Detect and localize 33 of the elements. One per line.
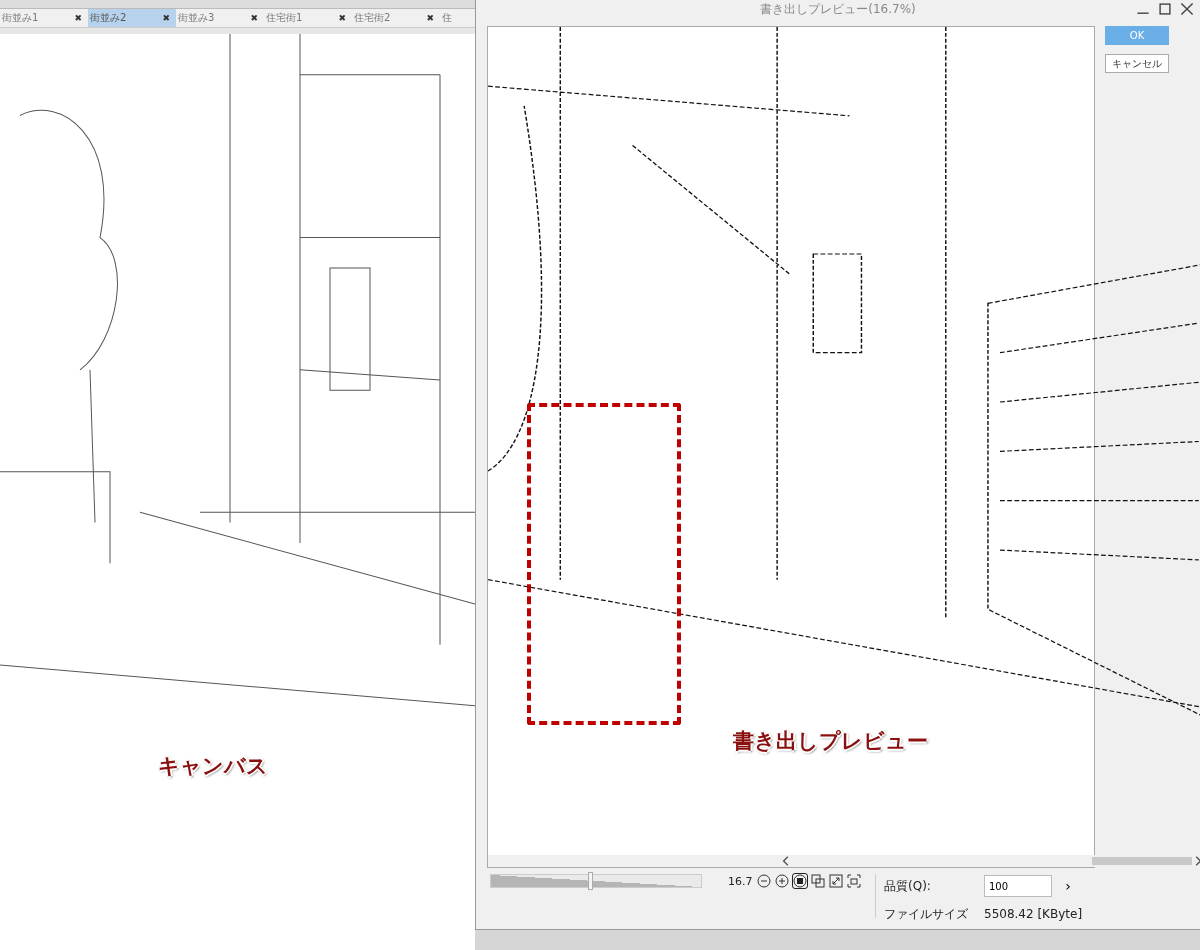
tab-label: 街並み2 (90, 11, 127, 25)
tab-label: 住 (442, 11, 452, 25)
cancel-button[interactable]: キャンセル (1105, 54, 1169, 73)
file-size-value: 5508.42 [KByte] (984, 907, 1083, 922)
zoom-in-icon[interactable] (774, 874, 789, 888)
print-size-icon[interactable] (846, 874, 861, 888)
slider-thumb[interactable] (587, 872, 593, 890)
close-icon[interactable]: ✖ (162, 13, 170, 23)
fit-view-icon[interactable] (792, 874, 807, 888)
zoom-value: 16.7 (728, 874, 753, 890)
zoom-out-icon[interactable] (756, 874, 771, 888)
zoom-slider[interactable] (490, 874, 702, 888)
close-icon[interactable]: ✖ (338, 13, 346, 23)
window-title: 書き出しプレビュー(16.7%) (760, 0, 916, 18)
document-tab[interactable]: 街並み2 ✖ (88, 9, 176, 27)
tab-label: 住宅街1 (266, 11, 303, 25)
close-icon[interactable]: ✖ (250, 13, 258, 23)
tab-label: 住宅街2 (354, 11, 391, 25)
close-icon[interactable]: ✖ (74, 13, 82, 23)
canvas-caption: キャンバス (158, 753, 268, 780)
more-button[interactable]: › (1054, 878, 1083, 895)
quality-field[interactable]: 100 (984, 875, 1052, 898)
file-size-label: ファイルサイズ (884, 905, 969, 923)
actual-size-icon[interactable] (810, 874, 825, 888)
tab-label: 街並み1 (2, 11, 39, 25)
fit-window-icon[interactable] (828, 874, 843, 888)
maximize-icon[interactable] (1158, 2, 1172, 16)
close-icon[interactable] (1180, 2, 1194, 16)
quality-label: 品質(Q): (884, 877, 932, 895)
close-icon[interactable]: ✖ (426, 13, 434, 23)
preview-caption: 書き出しプレビュー (733, 728, 928, 755)
tab-label: 街並み3 (178, 11, 215, 25)
horizontal-scrollbar[interactable] (488, 855, 1200, 867)
